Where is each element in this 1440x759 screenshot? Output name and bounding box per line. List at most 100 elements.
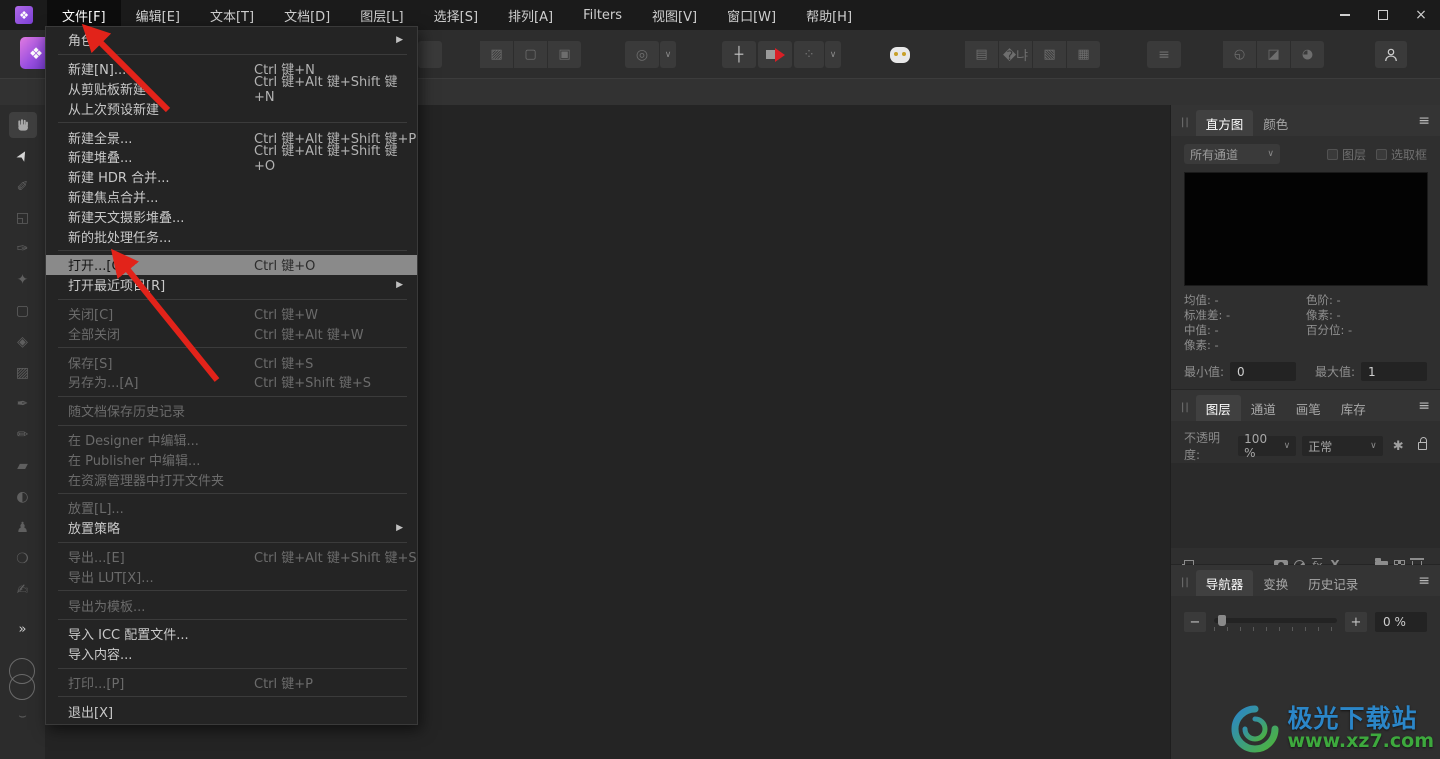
menu-item[interactable]: ▶ <box>58 696 407 697</box>
menu-item[interactable]: 关闭[C] Ctrl 键+W ▶ <box>46 304 417 324</box>
tool-button[interactable]: ▢ <box>9 298 37 324</box>
menu-item[interactable]: 角色 ▶ <box>46 30 417 50</box>
channel-select[interactable]: 所有通道 ∨ <box>1184 144 1280 164</box>
menu-item[interactable]: 导出...[E] Ctrl 键+Alt 键+Shift 键+S ▶ <box>46 547 417 567</box>
menu-item[interactable]: 另存为...[A] Ctrl 键+Shift 键+S ▶ <box>46 372 417 392</box>
boolean-button[interactable]: ◕ <box>1291 41 1324 68</box>
layers-list[interactable] <box>1171 463 1440 548</box>
menu-item[interactable]: 在资源管理器中打开文件夹 ▶ <box>46 469 417 489</box>
menu-item[interactable]: 导入内容... ▶ <box>46 644 417 664</box>
panel-menu-icon[interactable]: ≡ <box>1418 113 1430 129</box>
arrange-button[interactable]: ▦ <box>1067 41 1100 68</box>
boolean-button[interactable]: ◵ <box>1223 41 1256 68</box>
slider-handle[interactable] <box>1218 615 1226 626</box>
menu-item[interactable]: 放置策略 ▶ <box>46 518 417 538</box>
tool-button[interactable]: ♟ <box>9 515 37 541</box>
quick-mask-button[interactable]: ◎ <box>625 41 659 68</box>
close-button[interactable]: × <box>1402 0 1440 30</box>
menu-item[interactable]: ▶ <box>58 54 407 55</box>
zoom-slider[interactable] <box>1214 612 1337 632</box>
menu-item[interactable]: 导出 LUT[X]... ▶ <box>46 566 417 586</box>
menu-item[interactable]: 全部关闭 Ctrl 键+Alt 键+W ▶ <box>46 323 417 343</box>
panel-grip-icon[interactable]: || <box>1181 402 1190 413</box>
move-tool[interactable]: ➤ <box>9 143 37 169</box>
menu-item[interactable]: 导出为模板... ▶ <box>46 595 417 615</box>
arrange-button[interactable]: ▧ <box>1033 41 1066 68</box>
panel-tab[interactable]: 颜色 <box>1253 110 1298 136</box>
menu-item[interactable]: 在 Designer 中编辑... ▶ <box>46 430 417 450</box>
menu-item[interactable]: 保存[S] Ctrl 键+S ▶ <box>46 352 417 372</box>
menu-item[interactable]: ▶ <box>58 590 407 591</box>
menubar-item[interactable]: Filters <box>568 0 637 30</box>
panel-tab[interactable]: 画笔 <box>1286 395 1331 421</box>
menu-item[interactable]: ▶ <box>58 493 407 494</box>
view-tool[interactable] <box>9 112 37 138</box>
account-button[interactable] <box>1375 41 1407 68</box>
panel-tab[interactable]: 导航器 <box>1196 570 1254 596</box>
menu-item[interactable]: 新建 HDR 合并... ▶ <box>46 167 417 187</box>
hidden-toolbar-button[interactable] <box>418 41 442 68</box>
panel-tab[interactable]: 库存 <box>1331 395 1376 421</box>
panel-tab[interactable]: 历史记录 <box>1298 570 1368 596</box>
menu-item[interactable]: 从剪贴板新建 Ctrl 键+Alt 键+Shift 键+N ▶ <box>46 79 417 99</box>
panel-tab[interactable]: 通道 <box>1241 395 1286 421</box>
menu-item[interactable]: ▶ <box>58 347 407 348</box>
tool-button[interactable]: ✦ <box>9 267 37 293</box>
menu-item[interactable]: ▶ <box>58 668 407 669</box>
boolean-button[interactable]: ◪ <box>1257 41 1290 68</box>
tool-button[interactable]: ▨ <box>9 360 37 386</box>
panel-menu-icon[interactable]: ≡ <box>1418 398 1430 414</box>
opacity-select[interactable]: 100 % ∨ <box>1238 436 1296 456</box>
retouch-button[interactable]: ⁘ <box>794 41 824 68</box>
menu-item[interactable]: ▶ <box>58 425 407 426</box>
selection-mode-button[interactable]: ▢ <box>514 41 547 68</box>
tool-button[interactable]: ✏ <box>9 422 37 448</box>
menu-item[interactable]: ▶ <box>58 122 407 123</box>
tool-button[interactable]: ✐ <box>9 174 37 200</box>
panel-menu-icon[interactable]: ≡ <box>1418 573 1430 589</box>
panel-tab[interactable]: 变换 <box>1253 570 1298 596</box>
assistant-manager-button[interactable] <box>883 41 917 68</box>
menu-item[interactable]: 在 Publisher 中编辑... ▶ <box>46 449 417 469</box>
zoom-in-button[interactable]: + <box>1345 612 1367 632</box>
gear-icon[interactable]: ✱ <box>1393 439 1404 454</box>
tool-button[interactable]: ❍ <box>9 546 37 572</box>
menubar-item[interactable]: 选择[S] <box>419 0 493 30</box>
assistant-button[interactable] <box>758 41 792 68</box>
color-swatches[interactable] <box>6 658 40 702</box>
menu-item[interactable]: 打开...[O] Ctrl 键+O ▶ <box>46 255 417 275</box>
arrange-button[interactable]: �냐 <box>999 41 1032 68</box>
menu-item[interactable]: 新建天文摄影堆叠... ▶ <box>46 206 417 226</box>
tool-button[interactable]: ◐ <box>9 484 37 510</box>
blend-mode-select[interactable]: 正常 ∨ <box>1302 436 1383 456</box>
menubar-item[interactable]: 帮助[H] <box>791 0 867 30</box>
minimize-button[interactable] <box>1326 0 1364 30</box>
quick-mask-dropdown[interactable]: ∨ <box>660 41 676 68</box>
menu-item[interactable]: 新的批处理任务... ▶ <box>46 226 417 246</box>
menubar-item[interactable]: 视图[V] <box>637 0 712 30</box>
panel-tab[interactable]: 直方图 <box>1196 110 1254 136</box>
arrange-button[interactable]: ▤ <box>965 41 998 68</box>
stroke-color-swatch[interactable] <box>9 658 35 684</box>
menu-item[interactable]: ▶ <box>58 542 407 543</box>
tool-button[interactable]: ✑ <box>9 236 37 262</box>
slider-track[interactable] <box>1214 618 1337 623</box>
tool-button[interactable]: ✒ <box>9 391 37 417</box>
panel-tab[interactable]: 图层 <box>1196 395 1241 421</box>
swap-colors-icon[interactable]: ⌣ <box>18 709 27 724</box>
tool-button[interactable]: ◈ <box>9 329 37 355</box>
tool-button[interactable]: ✍ <box>9 577 37 603</box>
menu-item[interactable]: 新建焦点合并... ▶ <box>46 187 417 207</box>
menu-item[interactable]: 退出[X] ▶ <box>46 701 417 721</box>
menubar-item[interactable]: 窗口[W] <box>712 0 791 30</box>
alignment-button[interactable]: ≡ <box>1147 41 1181 68</box>
zoom-value-field[interactable]: 0 % <box>1375 612 1427 632</box>
checkbox[interactable]: 图层 <box>1327 146 1366 163</box>
selection-mode-button[interactable]: ▨ <box>480 41 513 68</box>
min-input[interactable]: 0 <box>1230 362 1296 381</box>
panel-grip-icon[interactable]: || <box>1181 117 1190 128</box>
menu-item[interactable]: 放置[L]... ▶ <box>46 498 417 518</box>
lock-icon[interactable] <box>1418 442 1427 450</box>
tool-button[interactable]: ◱ <box>9 205 37 231</box>
selection-mode-button[interactable]: ▣ <box>548 41 581 68</box>
